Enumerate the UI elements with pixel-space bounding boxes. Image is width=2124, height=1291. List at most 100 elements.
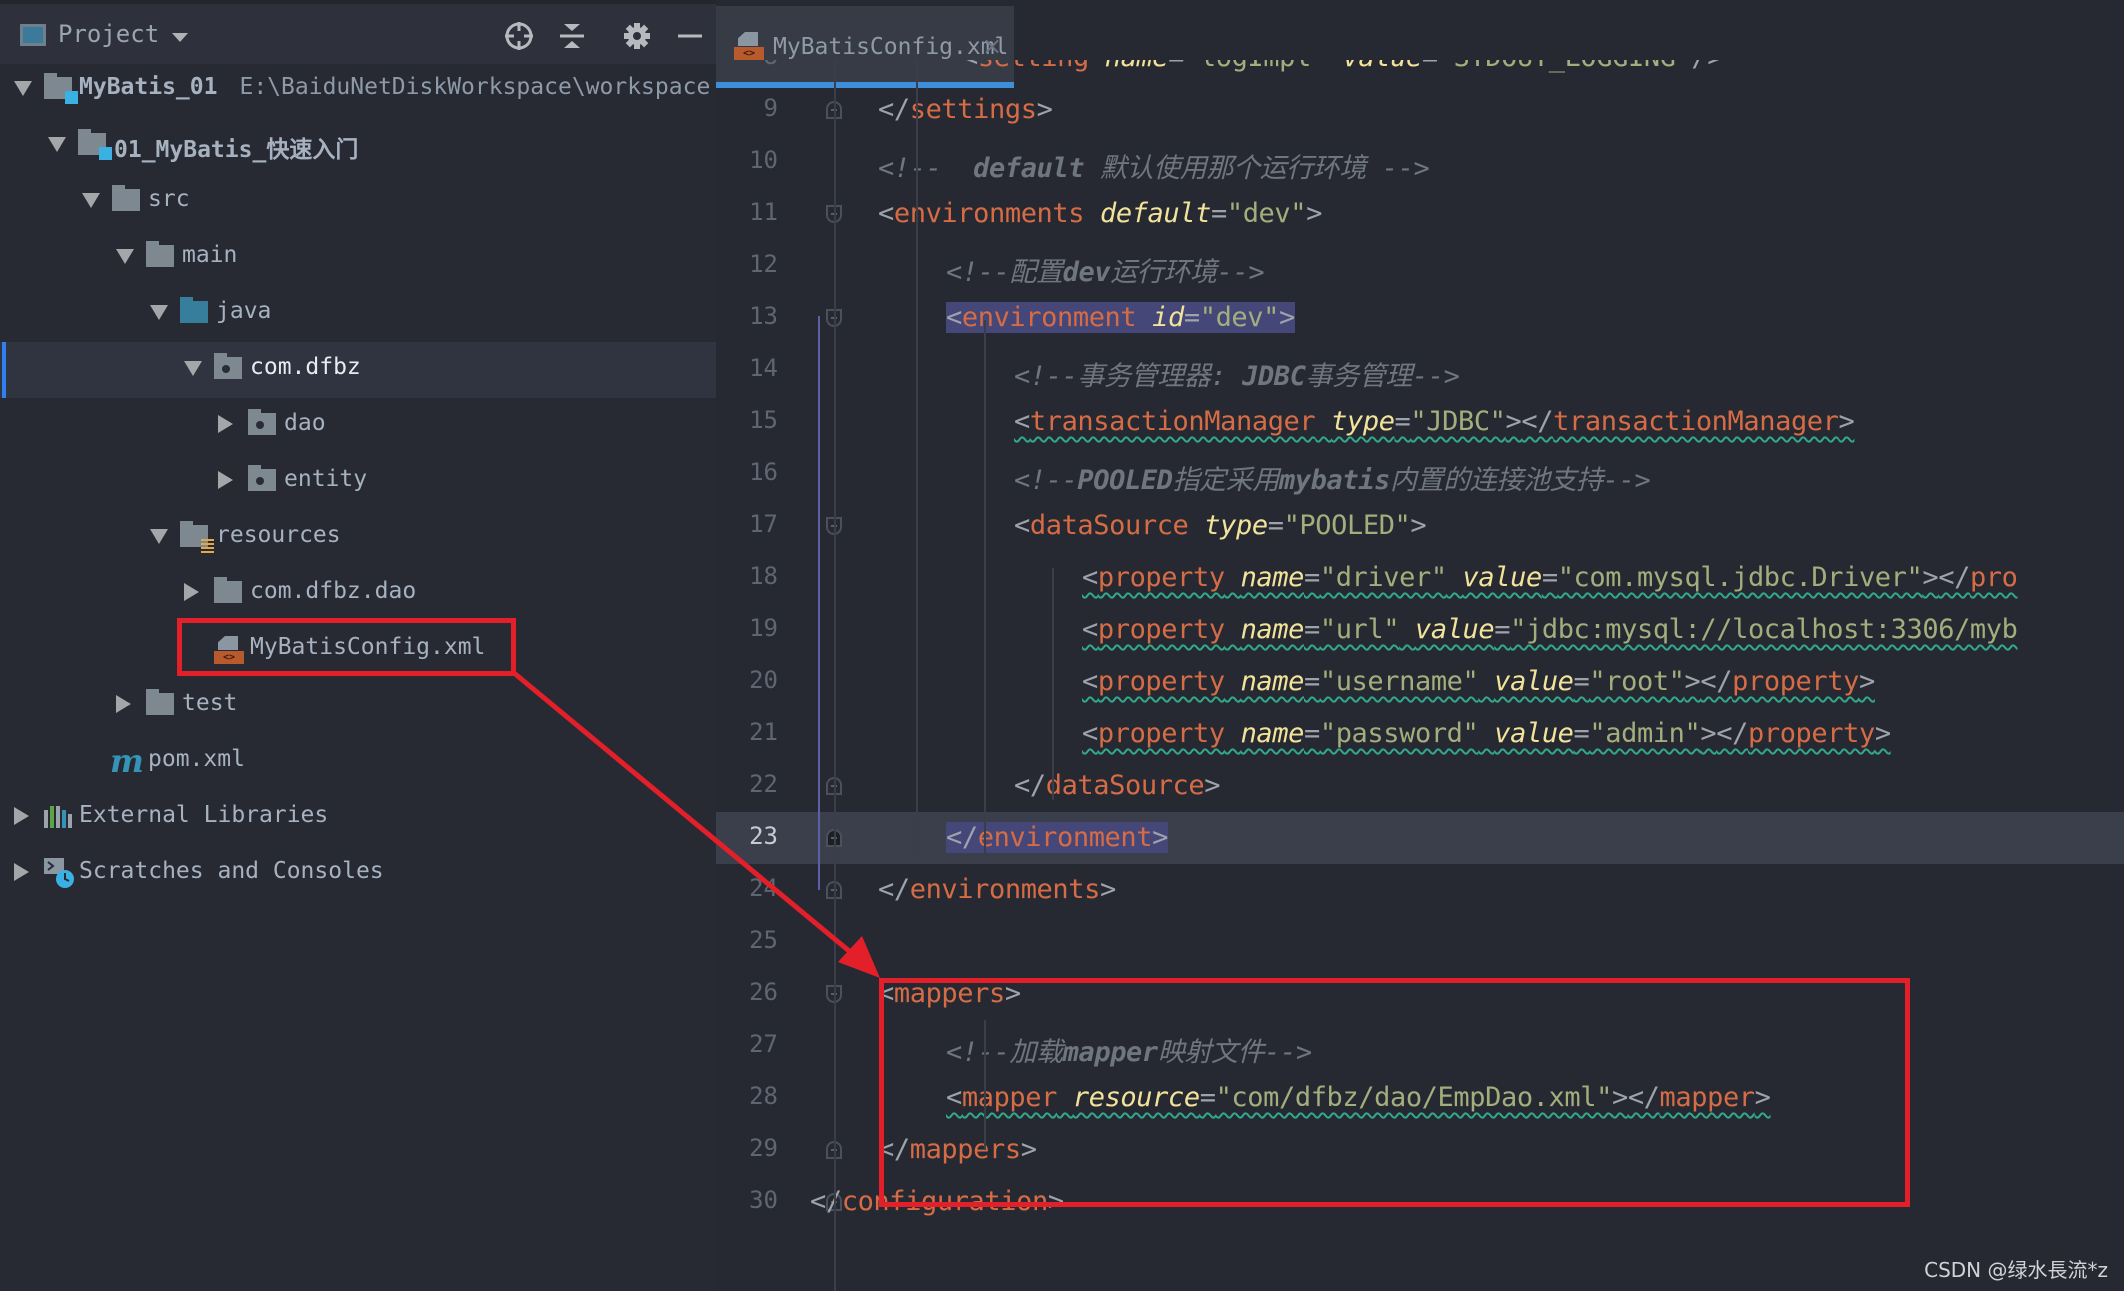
xml-file-icon: <> xyxy=(734,32,764,62)
inspection-warning-underline: <property name="url" value="jdbc:mysql:/… xyxy=(1082,614,2018,645)
tree-item-test[interactable]: test xyxy=(0,678,716,734)
code-text: </environment> xyxy=(946,822,1168,853)
code-span: <environment id="dev"> xyxy=(946,302,1295,333)
expand-arrow-icon[interactable] xyxy=(48,137,66,152)
attribute-value: "root" xyxy=(1589,666,1685,697)
code-line-16[interactable]: 16 <!--POOLED指定采用mybatis内置的连接池支持--> xyxy=(716,448,2124,500)
tree-item-project-root[interactable]: MyBatis_01 E:\BaiduNetDiskWorkspace\works… xyxy=(0,62,716,118)
attribute-value: "dev" xyxy=(1226,198,1307,229)
bracket: < xyxy=(1082,666,1098,697)
expand-arrow-icon[interactable] xyxy=(14,81,32,96)
attribute-name: default xyxy=(1099,198,1211,229)
package-icon xyxy=(248,465,276,491)
code-line-15[interactable]: 15 <transactionManager type="JDBC"></tran… xyxy=(716,396,2124,448)
bracket: < xyxy=(1082,562,1098,593)
attribute-value: "url" xyxy=(1319,614,1400,645)
tree-item-label: java xyxy=(216,298,272,324)
tree-item-external-libraries[interactable]: External Libraries xyxy=(0,790,716,846)
line-number: 27 xyxy=(749,1030,778,1058)
code-line-14[interactable]: 14 <!--事务管理器: JDBC事务管理--> xyxy=(716,344,2124,396)
tag-name: property xyxy=(1097,666,1225,697)
code-line-10[interactable]: 10 <!-- default 默认使用那个运行环境 --> xyxy=(716,136,2124,188)
bracket: < xyxy=(1014,510,1030,541)
attribute-value: "admin" xyxy=(1589,718,1701,749)
code-line-24[interactable]: 24 </environments> xyxy=(716,864,2124,916)
indent-guide xyxy=(984,320,986,860)
tree-item-label: pom.xml xyxy=(148,746,245,772)
line-number: 18 xyxy=(749,562,778,590)
project-view-selector[interactable]: Project xyxy=(58,20,159,48)
code-span: </environment> xyxy=(946,822,1168,853)
code-line-13[interactable]: 13 <environment id="dev"> xyxy=(716,292,2124,344)
code-text: </dataSource> xyxy=(1014,770,1221,801)
locate-file-icon[interactable] xyxy=(503,20,535,52)
collapse-arrow-icon[interactable] xyxy=(14,863,29,881)
collapse-arrow-icon[interactable] xyxy=(14,807,29,825)
code-text: </settings> xyxy=(878,94,1053,125)
folder-icon xyxy=(112,185,140,211)
tree-item-src[interactable]: src xyxy=(0,174,716,230)
indent-guide xyxy=(834,60,836,1291)
code-line-23[interactable]: 23 </environment> xyxy=(716,812,2124,864)
tree-item-label: dao xyxy=(284,410,326,436)
bracket: > xyxy=(1858,666,1875,697)
tree-item-label: entity xyxy=(284,466,368,492)
collapse-arrow-icon[interactable] xyxy=(116,695,131,713)
tree-item-pom-xml[interactable]: m pom.xml xyxy=(0,734,716,790)
code-line-25[interactable]: 25 xyxy=(716,916,2124,968)
code-span: <!--POOLED指定采用mybatis内置的连接池支持--> xyxy=(1014,465,1651,496)
tree-item-com-dfbz-dao[interactable]: com.dfbz.dao xyxy=(0,566,716,622)
code-line-22[interactable]: 22 </dataSource> xyxy=(716,760,2124,812)
tree-item-module[interactable]: 01_MyBatis_快速入门 xyxy=(0,118,716,174)
code-line-18[interactable]: 18 <property name="driver" value="com.mys… xyxy=(716,552,2124,604)
code-line-17[interactable]: 17 <dataSource type="POOLED"> xyxy=(716,500,2124,552)
bracket: > xyxy=(1036,94,1053,125)
inspection-warning-underline: <property name="driver" value="com.mysql… xyxy=(1082,562,2018,593)
tag-name: environment xyxy=(977,822,1153,853)
expand-arrow-icon[interactable] xyxy=(150,305,168,320)
tree-item-main[interactable]: main xyxy=(0,230,716,286)
chevron-down-icon[interactable] xyxy=(172,33,188,42)
tree-item-java[interactable]: java xyxy=(0,286,716,342)
expand-arrow-icon[interactable] xyxy=(82,193,100,208)
collapse-arrow-icon[interactable] xyxy=(218,415,233,433)
gear-icon[interactable] xyxy=(621,20,653,52)
code-line-19[interactable]: 19 <property name="url" value="jdbc:mysql… xyxy=(716,604,2124,656)
collapse-arrow-icon[interactable] xyxy=(218,471,233,489)
code-text: <transactionManager type="JDBC"></transa… xyxy=(1014,406,1855,437)
expand-arrow-icon[interactable] xyxy=(150,529,168,544)
collapse-all-icon[interactable] xyxy=(556,20,588,52)
collapse-arrow-icon[interactable] xyxy=(184,583,199,601)
hide-panel-icon[interactable] xyxy=(674,20,706,52)
indent-guide xyxy=(1052,568,1054,800)
libraries-icon xyxy=(44,806,72,828)
attribute-name: type xyxy=(1204,510,1268,541)
code-line-20[interactable]: 20 <property name="username" value="root"… xyxy=(716,656,2124,708)
code-line-12[interactable]: 12 <!--配置dev运行环境--> xyxy=(716,240,2124,292)
tree-item-resources[interactable]: resources xyxy=(0,510,716,566)
attribute-name: id xyxy=(1152,302,1184,333)
line-number: 12 xyxy=(749,250,778,278)
code-line-11[interactable]: 11 <environments default="dev"> xyxy=(716,188,2124,240)
expand-arrow-icon[interactable] xyxy=(116,249,134,264)
expand-arrow-icon[interactable] xyxy=(184,361,202,376)
source-folder-icon xyxy=(180,297,208,323)
code-line-9[interactable]: 9 </settings> xyxy=(716,84,2124,136)
code-text: <property name="username" value="root"><… xyxy=(1082,666,1875,697)
tag-name: dataSource xyxy=(1029,510,1189,541)
code-line-21[interactable]: 21 <property name="password" value="admin… xyxy=(716,708,2124,760)
tree-item-entity[interactable]: entity xyxy=(0,454,716,510)
bracket: </ xyxy=(1716,718,1748,749)
inspection-warning-underline: <transactionManager type="JDBC"></transa… xyxy=(1014,406,1855,437)
tree-item-scratches[interactable]: Scratches and Consoles xyxy=(0,846,716,902)
tree-item-label: main xyxy=(182,242,238,268)
code-text: <!--POOLED指定采用mybatis内置的连接池支持--> xyxy=(1014,458,1651,497)
tree-item-dao[interactable]: dao xyxy=(0,398,716,454)
tree-item-com-dfbz[interactable]: com.dfbz xyxy=(0,342,716,398)
close-icon[interactable]: × xyxy=(982,32,1002,60)
tag-name: transactionManager xyxy=(1553,406,1839,437)
